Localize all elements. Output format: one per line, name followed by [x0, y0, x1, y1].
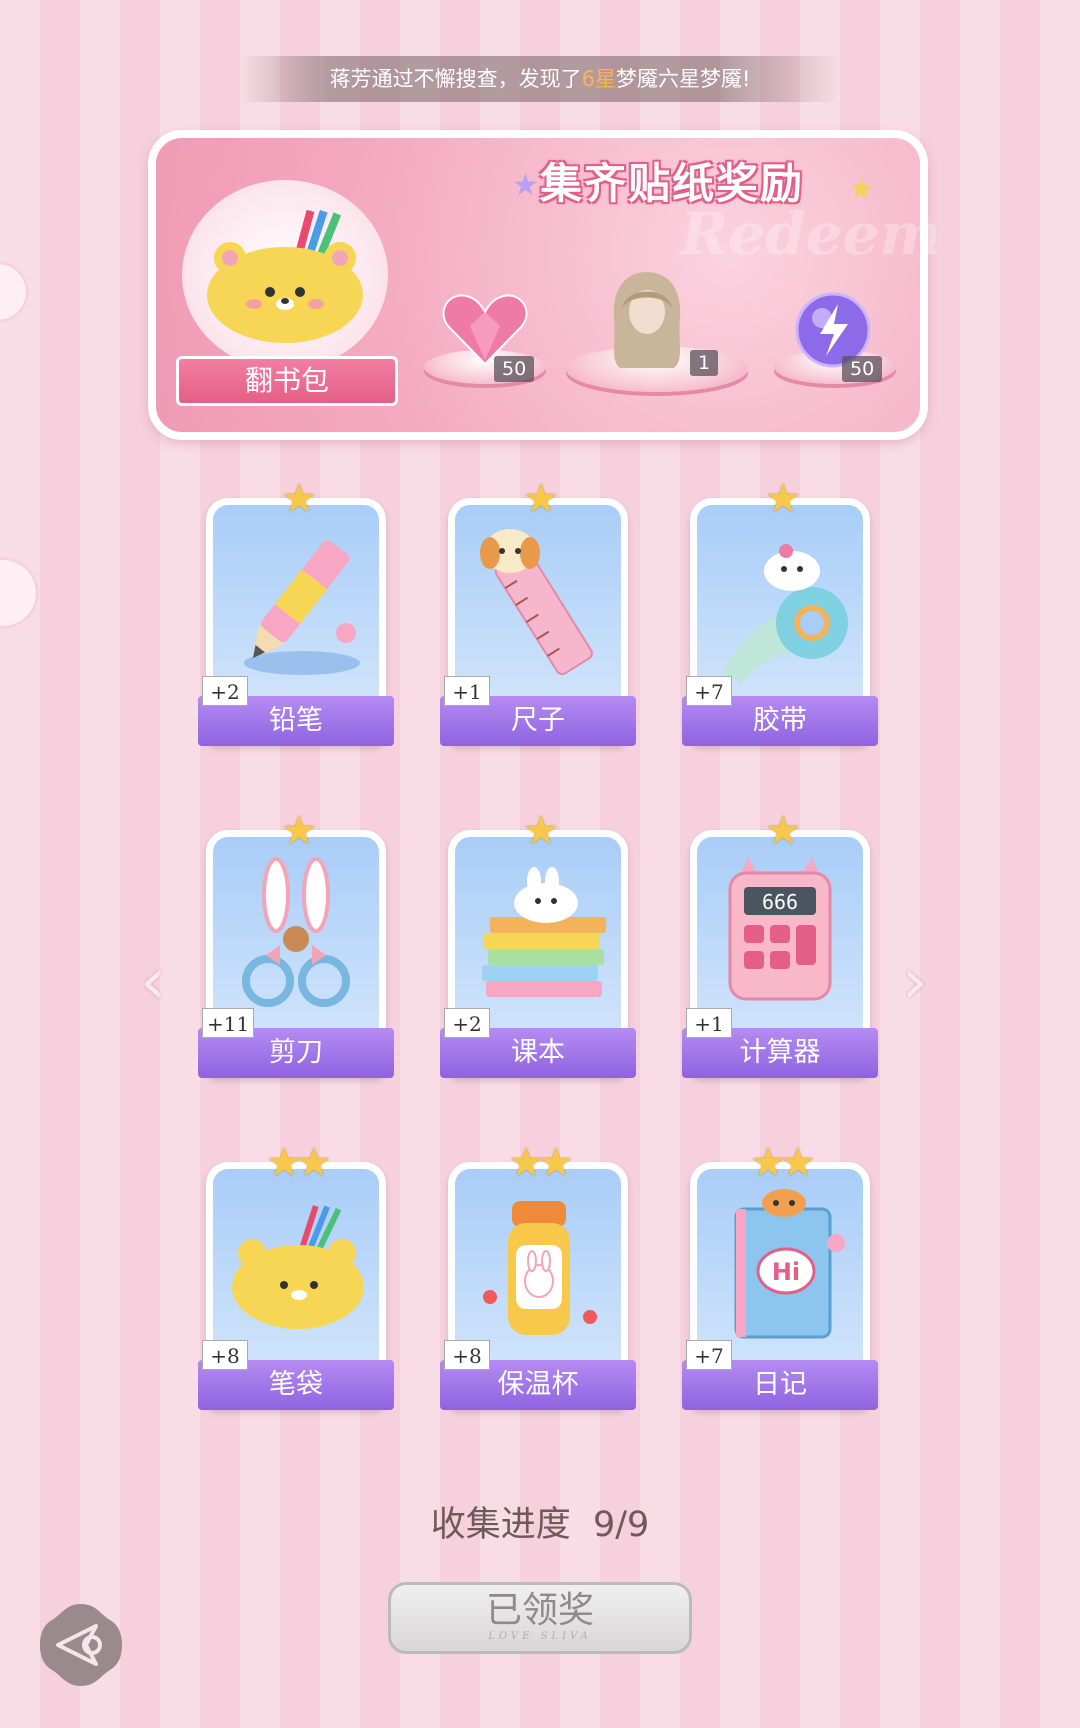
collection-progress: 收集进度 9/9	[0, 1496, 1080, 1547]
ticker-highlight: 6星	[581, 67, 616, 91]
tape-icon	[722, 544, 848, 683]
sticker-count-badge: +2	[202, 676, 248, 706]
sticker-count-badge: +1	[686, 1008, 732, 1038]
reward-count: 50	[842, 356, 883, 382]
star-rating-icon: ★	[523, 476, 559, 522]
sticker-count-badge: +8	[444, 1340, 490, 1370]
progress-value: 9/9	[592, 1505, 650, 1545]
claimed-button-subtext: LOVE SLIVA	[488, 1631, 592, 1642]
progress-label: 收集进度	[430, 1505, 571, 1545]
sticker-count-badge: +1	[444, 676, 490, 706]
ticker-suffix: 梦魇六星梦魇!	[615, 67, 751, 91]
sticker-count-badge: +11	[202, 1008, 255, 1038]
prev-page-arrow-icon[interactable]: ‹	[140, 945, 166, 1019]
sticker-count-badge: +7	[686, 1340, 732, 1370]
side-menu-orb[interactable]	[0, 264, 26, 320]
sticker-count-badge: +2	[444, 1008, 490, 1038]
featured-item-name: 翻书包	[176, 356, 398, 406]
sticker-card-scissors[interactable]: ★ 剪刀 +11	[198, 808, 394, 1080]
hairstyle-icon[interactable]	[602, 268, 692, 372]
sticker-count-badge: +8	[202, 1340, 248, 1370]
sticker-card-thermos[interactable]: ★★ 保温杯 +8	[440, 1140, 636, 1412]
sticker-card-calculator[interactable]: ★ 666 计算器 +1	[682, 808, 878, 1080]
featured-item-frame	[182, 180, 388, 370]
diary-hi-text: Hi	[772, 1258, 800, 1286]
side-menu-flower[interactable]	[0, 560, 36, 626]
sticker-card-tape[interactable]: ★ 胶带 +7	[682, 476, 878, 748]
news-ticker: 蒋芳通过不懈搜查，发现了6星梦魇六星梦魇!	[240, 56, 840, 102]
star-rating-icon: ★	[281, 808, 317, 854]
reward-count: 1	[690, 350, 719, 376]
star-deco-icon: ★	[848, 172, 875, 207]
star-rating-icon: ★	[281, 476, 317, 522]
calculator-icon: 666	[728, 857, 832, 1001]
claimed-button-label: 已领奖	[485, 1590, 594, 1631]
star-rating-icon: ★★	[750, 1140, 816, 1186]
claimed-button[interactable]: 已领奖 LOVE SLIVA	[388, 1582, 692, 1654]
thermos-icon	[483, 1201, 597, 1335]
star-rating-icon: ★	[765, 808, 801, 854]
pencil-icon	[244, 540, 360, 675]
scissors-icon	[242, 857, 350, 1007]
star-rating-icon: ★★	[266, 1140, 332, 1186]
sticker-card-diary[interactable]: ★★ Hi 日记 +7	[682, 1140, 878, 1412]
ticker-prefix: 蒋芳通过不懈搜查，发现了	[329, 67, 582, 91]
sticker-card-pencil-case[interactable]: ★★ 笔袋 +8	[198, 1140, 394, 1412]
sticker-card-pencil[interactable]: ★ 铅笔 +2	[198, 476, 394, 748]
sticker-card-textbook[interactable]: ★ 课本 +2	[440, 808, 636, 1080]
textbook-icon	[482, 867, 606, 997]
back-icon[interactable]	[36, 1600, 126, 1690]
next-page-arrow-icon[interactable]: ›	[902, 945, 928, 1019]
pencil-case-icon	[232, 1205, 364, 1329]
star-rating-icon: ★★	[508, 1140, 574, 1186]
ruler-icon	[480, 529, 593, 676]
pencil-case-icon	[207, 209, 363, 343]
reward-count: 50	[494, 356, 535, 382]
star-rating-icon: ★	[523, 808, 559, 854]
banner-title: 集齐贴纸奖励	[540, 159, 805, 208]
calculator-display: 666	[762, 890, 798, 914]
sticker-card-ruler[interactable]: ★ 尺子 +1	[440, 476, 636, 748]
star-deco-icon: ★	[512, 168, 539, 203]
star-rating-icon: ★	[765, 476, 801, 522]
diary-icon: Hi	[734, 1189, 845, 1339]
sticker-count-badge: +7	[686, 676, 732, 706]
